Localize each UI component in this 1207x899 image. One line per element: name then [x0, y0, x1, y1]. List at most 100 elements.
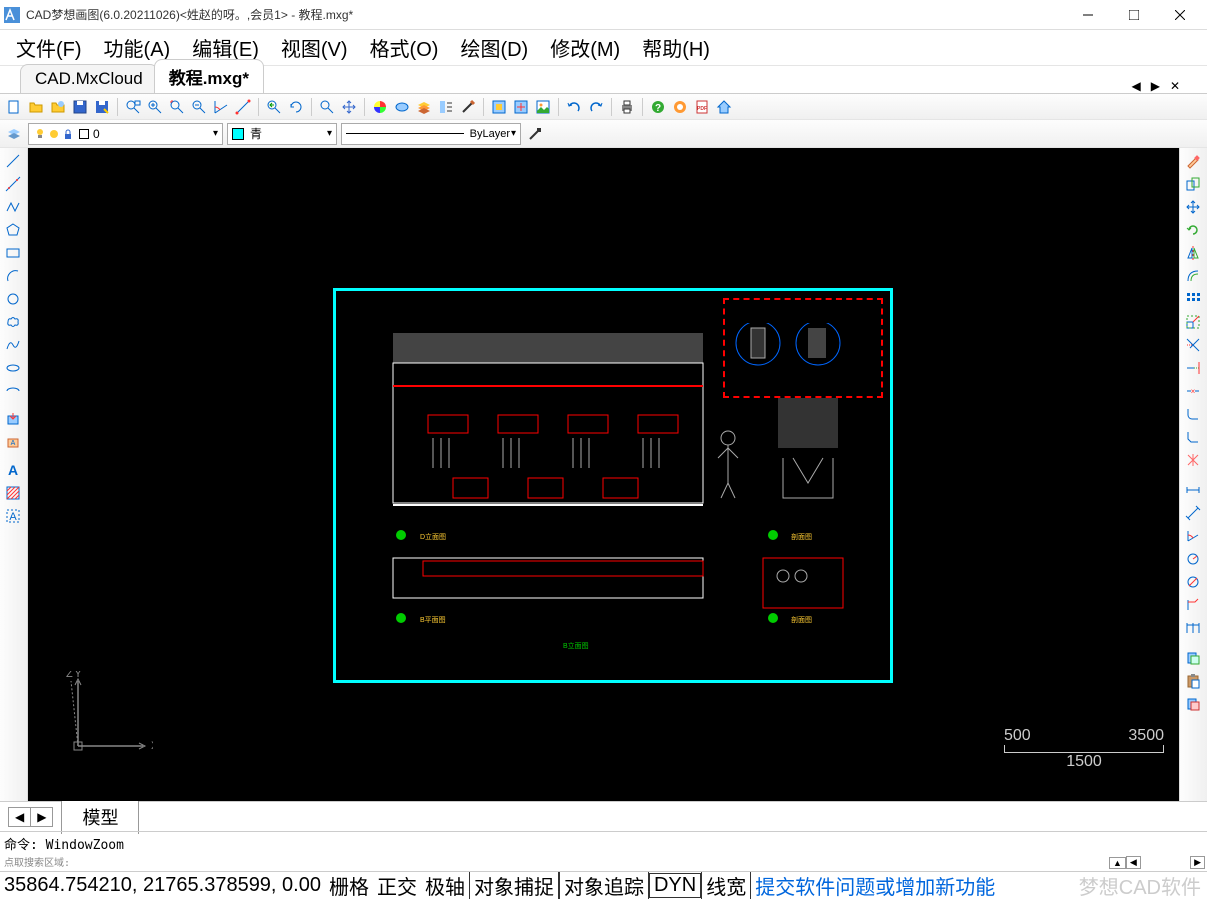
insert-button[interactable] — [511, 97, 531, 117]
line-button[interactable] — [2, 150, 24, 172]
circle-button[interactable] — [2, 288, 24, 310]
scroll-left-icon[interactable]: ◀ — [1126, 856, 1141, 869]
save-button[interactable] — [70, 97, 90, 117]
tab-tutorial[interactable]: 教程.mxg* — [154, 59, 264, 93]
rectangle-button[interactable] — [2, 242, 24, 264]
arc-button[interactable] — [2, 265, 24, 287]
spline-button[interactable] — [2, 334, 24, 356]
measure-dist-button[interactable] — [233, 97, 253, 117]
insert-block-button[interactable] — [2, 408, 24, 430]
grid-toggle[interactable]: 栅格 — [325, 871, 373, 899]
layer-button[interactable] — [414, 97, 434, 117]
redo-button[interactable] — [586, 97, 606, 117]
array-button[interactable] — [1182, 288, 1204, 310]
scroll-up-icon[interactable]: ▲ — [1109, 857, 1126, 869]
linetype-button[interactable] — [392, 97, 412, 117]
color-dropdown[interactable]: 青 ▾ — [227, 123, 337, 145]
zoom-previous-button[interactable] — [264, 97, 284, 117]
open-cloud-button[interactable] — [48, 97, 68, 117]
paste-clip-button[interactable] — [1182, 670, 1204, 692]
mirror-button[interactable] — [1182, 242, 1204, 264]
command-text[interactable]: 命令: WindowZoom 点取搜索区域: — [0, 832, 1107, 871]
layout-next-button[interactable]: ▶ — [31, 808, 52, 826]
print-button[interactable] — [617, 97, 637, 117]
model-tab[interactable]: 模型 — [61, 799, 139, 834]
close-button[interactable] — [1157, 0, 1203, 30]
menu-draw[interactable]: 绘图(D) — [450, 29, 538, 66]
polygon-button[interactable] — [2, 219, 24, 241]
polyline-button[interactable] — [2, 196, 24, 218]
dyn-toggle[interactable]: DYN — [649, 873, 701, 898]
zoom-extents-button[interactable] — [167, 97, 187, 117]
matchprop-button[interactable] — [525, 124, 545, 144]
block-button[interactable] — [489, 97, 509, 117]
layer-dropdown[interactable]: 0 ▾ — [28, 123, 223, 145]
maximize-button[interactable] — [1111, 0, 1157, 30]
dim-ordinate-button[interactable] — [1182, 594, 1204, 616]
explode-button[interactable] — [1182, 449, 1204, 471]
otrack-toggle[interactable]: 对象追踪 — [559, 871, 649, 899]
tab-close-icon[interactable]: ✕ — [1167, 79, 1183, 93]
scroll-right-icon[interactable]: ▶ — [1190, 856, 1205, 869]
zoom-realtime-button[interactable] — [317, 97, 337, 117]
feedback-link[interactable]: 提交软件问题或增加新功能 — [755, 871, 995, 899]
draw-order-button[interactable] — [458, 97, 478, 117]
rotate-button[interactable] — [1182, 219, 1204, 241]
dim-radius-button[interactable] — [1182, 548, 1204, 570]
mtext-button[interactable]: A — [2, 505, 24, 527]
extend-button[interactable] — [1182, 357, 1204, 379]
hatch-button[interactable] — [2, 482, 24, 504]
fillet-button[interactable] — [1182, 403, 1204, 425]
ellipse-arc-button[interactable] — [2, 380, 24, 402]
text-button[interactable]: A — [2, 459, 24, 481]
chamfer-button[interactable] — [1182, 426, 1204, 448]
ortho-toggle[interactable]: 正交 — [373, 871, 421, 899]
copy-clip-button[interactable] — [1182, 647, 1204, 669]
scale-button[interactable] — [1182, 311, 1204, 333]
erase-button[interactable] — [1182, 150, 1204, 172]
offset-button[interactable] — [1182, 265, 1204, 287]
copy-button[interactable] — [1182, 173, 1204, 195]
menu-format[interactable]: 格式(O) — [360, 29, 449, 66]
linetype-dropdown[interactable]: ByLayer ▾ — [341, 123, 521, 145]
menu-view[interactable]: 视图(V) — [271, 29, 358, 66]
home-button[interactable] — [714, 97, 734, 117]
tab-mxcloud[interactable]: CAD.MxCloud — [20, 64, 158, 93]
about-button[interactable] — [670, 97, 690, 117]
pdf-button[interactable]: PDF — [692, 97, 712, 117]
zoom-in-button[interactable] — [145, 97, 165, 117]
color-button[interactable] — [370, 97, 390, 117]
new-button[interactable] — [4, 97, 24, 117]
dim-angular-button[interactable] — [1182, 525, 1204, 547]
menu-file[interactable]: 文件(F) — [6, 29, 92, 66]
break-button[interactable]: × — [1182, 380, 1204, 402]
cut-clip-button[interactable] — [1182, 693, 1204, 715]
ellipse-button[interactable] — [2, 357, 24, 379]
save-as-button[interactable] — [92, 97, 112, 117]
polar-toggle[interactable]: 极轴 — [421, 871, 469, 899]
undo-button[interactable] — [564, 97, 584, 117]
xline-button[interactable] — [2, 173, 24, 195]
open-button[interactable] — [26, 97, 46, 117]
layer-manager-button[interactable] — [4, 124, 24, 144]
drawing-canvas[interactable]: D立面图 B平面图 剖面图 剖面图 B立面图 Y X Z 5003500 — [28, 148, 1179, 801]
zoom-out-button[interactable] — [189, 97, 209, 117]
pan-button[interactable] — [339, 97, 359, 117]
dim-continue-button[interactable] — [1182, 617, 1204, 639]
zoom-window-button[interactable] — [123, 97, 143, 117]
regen-button[interactable] — [286, 97, 306, 117]
tab-next-icon[interactable]: ▶ — [1148, 79, 1163, 93]
dim-diameter-button[interactable] — [1182, 571, 1204, 593]
image-button[interactable] — [533, 97, 553, 117]
menu-help[interactable]: 帮助(H) — [632, 29, 720, 66]
help-button[interactable]: ? — [648, 97, 668, 117]
layout-prev-button[interactable]: ◀ — [9, 808, 31, 826]
revcloud-button[interactable] — [2, 311, 24, 333]
dim-aligned-button[interactable] — [1182, 502, 1204, 524]
menu-modify[interactable]: 修改(M) — [540, 29, 630, 66]
minimize-button[interactable] — [1065, 0, 1111, 30]
move-button[interactable] — [1182, 196, 1204, 218]
make-block-button[interactable]: A — [2, 431, 24, 453]
tab-prev-icon[interactable]: ◀ — [1128, 79, 1143, 93]
properties-button[interactable] — [436, 97, 456, 117]
